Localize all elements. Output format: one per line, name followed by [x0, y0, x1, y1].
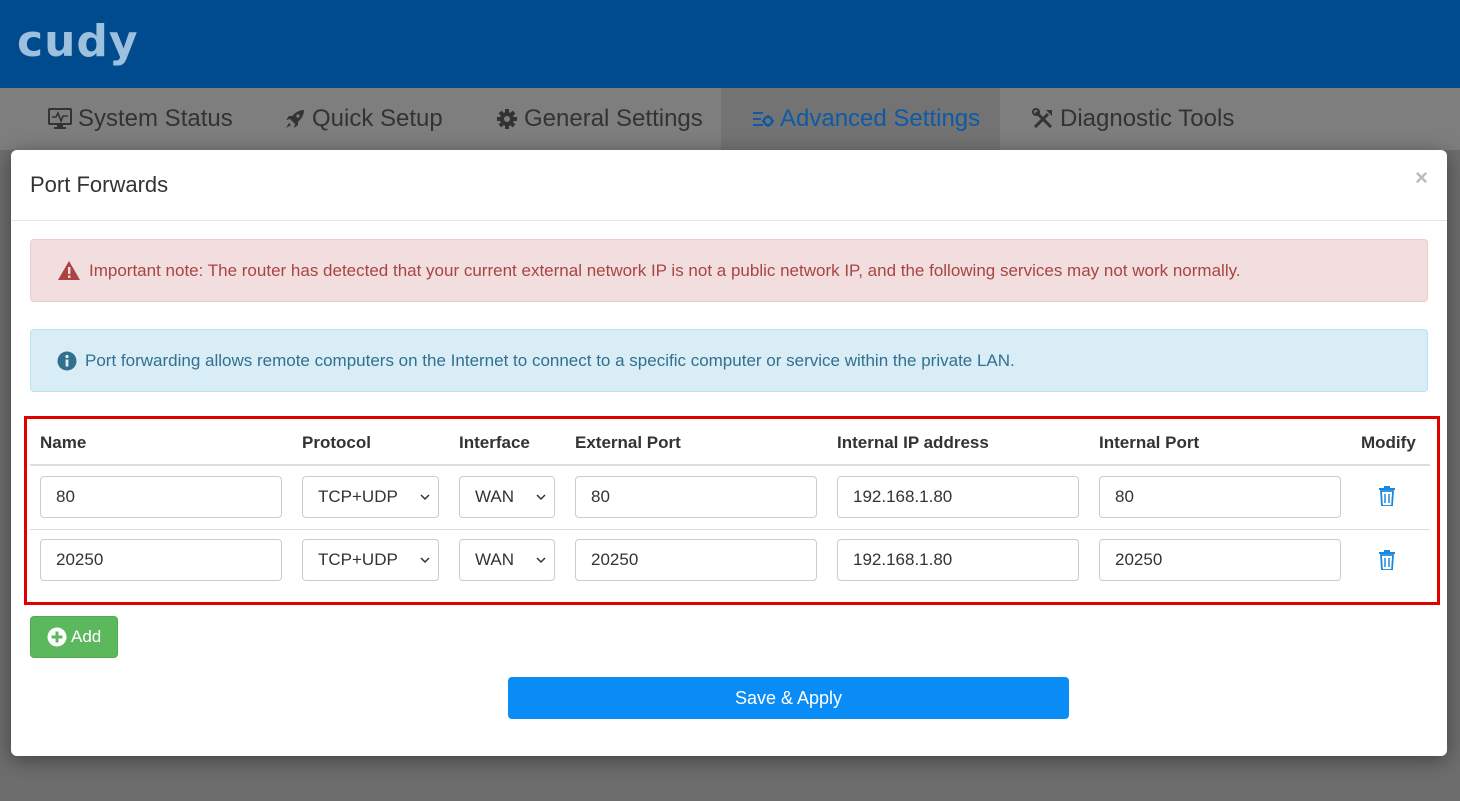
trash-icon[interactable]	[1379, 486, 1395, 506]
internal-port-input[interactable]: 20250	[1099, 539, 1341, 581]
nav-label: General Settings	[524, 105, 703, 132]
nav-label: Quick Setup	[312, 105, 443, 132]
nav-advanced-settings[interactable]: Advanced Settings	[721, 88, 1000, 150]
advanced-settings-icon	[753, 112, 774, 127]
nav-label: System Status	[78, 105, 233, 132]
nav-diagnostic-tools[interactable]: Diagnostic Tools	[1032, 88, 1234, 150]
cudy-logo[interactable]: cudy	[17, 14, 139, 70]
port-forward-table: Name Protocol Interface External Port In…	[24, 416, 1440, 605]
internal-ip-input[interactable]: 192.168.1.80	[837, 539, 1079, 581]
external-port-input[interactable]: 20250	[575, 539, 817, 581]
table-header-divider	[30, 464, 1430, 466]
trash-icon[interactable]	[1379, 550, 1395, 570]
col-header-protocol: Protocol	[302, 433, 371, 452]
plus-circle-icon	[47, 627, 67, 647]
interface-value: WAN	[475, 487, 515, 506]
internal-port-input[interactable]: 80	[1099, 476, 1341, 518]
gear-icon	[497, 109, 517, 129]
add-button-label: Add	[71, 627, 102, 646]
col-header-name: Name	[40, 433, 87, 452]
nav-label: Diagnostic Tools	[1060, 105, 1235, 132]
nav-quick-setup[interactable]: Quick Setup	[284, 88, 443, 150]
interface-value: WAN	[475, 550, 515, 569]
monitor-icon	[48, 108, 72, 129]
rule-name-input[interactable]: 20250	[40, 539, 282, 581]
chevron-down-icon	[536, 557, 546, 564]
protocol-select[interactable]: TCP+UDP	[302, 476, 439, 518]
port-forwards-modal: Port Forwards × Important note: The rout…	[11, 150, 1447, 756]
internal-ip-input[interactable]: 192.168.1.80	[837, 476, 1079, 518]
interface-select[interactable]: WAN	[459, 476, 555, 518]
nav-label: Advanced Settings	[780, 105, 981, 132]
close-icon[interactable]: ×	[1415, 167, 1428, 189]
external-port-input[interactable]: 80	[575, 476, 817, 518]
col-header-interface: Interface	[459, 433, 530, 452]
rule-name-input[interactable]: 80	[40, 476, 282, 518]
rocket-icon	[286, 110, 304, 128]
col-header-internal-ip: Internal IP address	[837, 433, 989, 452]
warning-alert: Important note: The router has detected …	[30, 239, 1428, 302]
warning-text: Important note: The router has detected …	[89, 260, 1241, 280]
modal-title: Port Forwards	[30, 172, 169, 197]
chevron-down-icon	[536, 494, 546, 501]
nav-general-settings[interactable]: General Settings	[496, 88, 703, 150]
protocol-select[interactable]: TCP+UDP	[302, 539, 439, 581]
protocol-value: TCP+UDP	[318, 550, 398, 569]
nav-system-status[interactable]: System Status	[48, 88, 233, 150]
interface-select[interactable]: WAN	[459, 539, 555, 581]
add-rule-button[interactable]: Add	[30, 616, 118, 658]
col-header-external-port: External Port	[575, 433, 681, 452]
main-nav: System Status Quick Setup General Settin…	[0, 88, 1460, 150]
table-row-divider	[30, 529, 1430, 530]
col-header-internal-port: Internal Port	[1099, 433, 1200, 452]
info-alert: Port forwarding allows remote computers …	[30, 329, 1428, 392]
top-header: cudy	[0, 0, 1460, 88]
tools-icon	[1032, 108, 1053, 129]
info-icon	[57, 351, 77, 370]
protocol-value: TCP+UDP	[318, 487, 398, 506]
warning-icon	[58, 261, 80, 280]
info-text: Port forwarding allows remote computers …	[85, 350, 1015, 370]
save-apply-button[interactable]: Save & Apply	[508, 677, 1069, 719]
chevron-down-icon	[420, 494, 430, 501]
chevron-down-icon	[420, 557, 430, 564]
modal-divider	[11, 220, 1447, 221]
col-header-modify: Modify	[1361, 433, 1416, 452]
